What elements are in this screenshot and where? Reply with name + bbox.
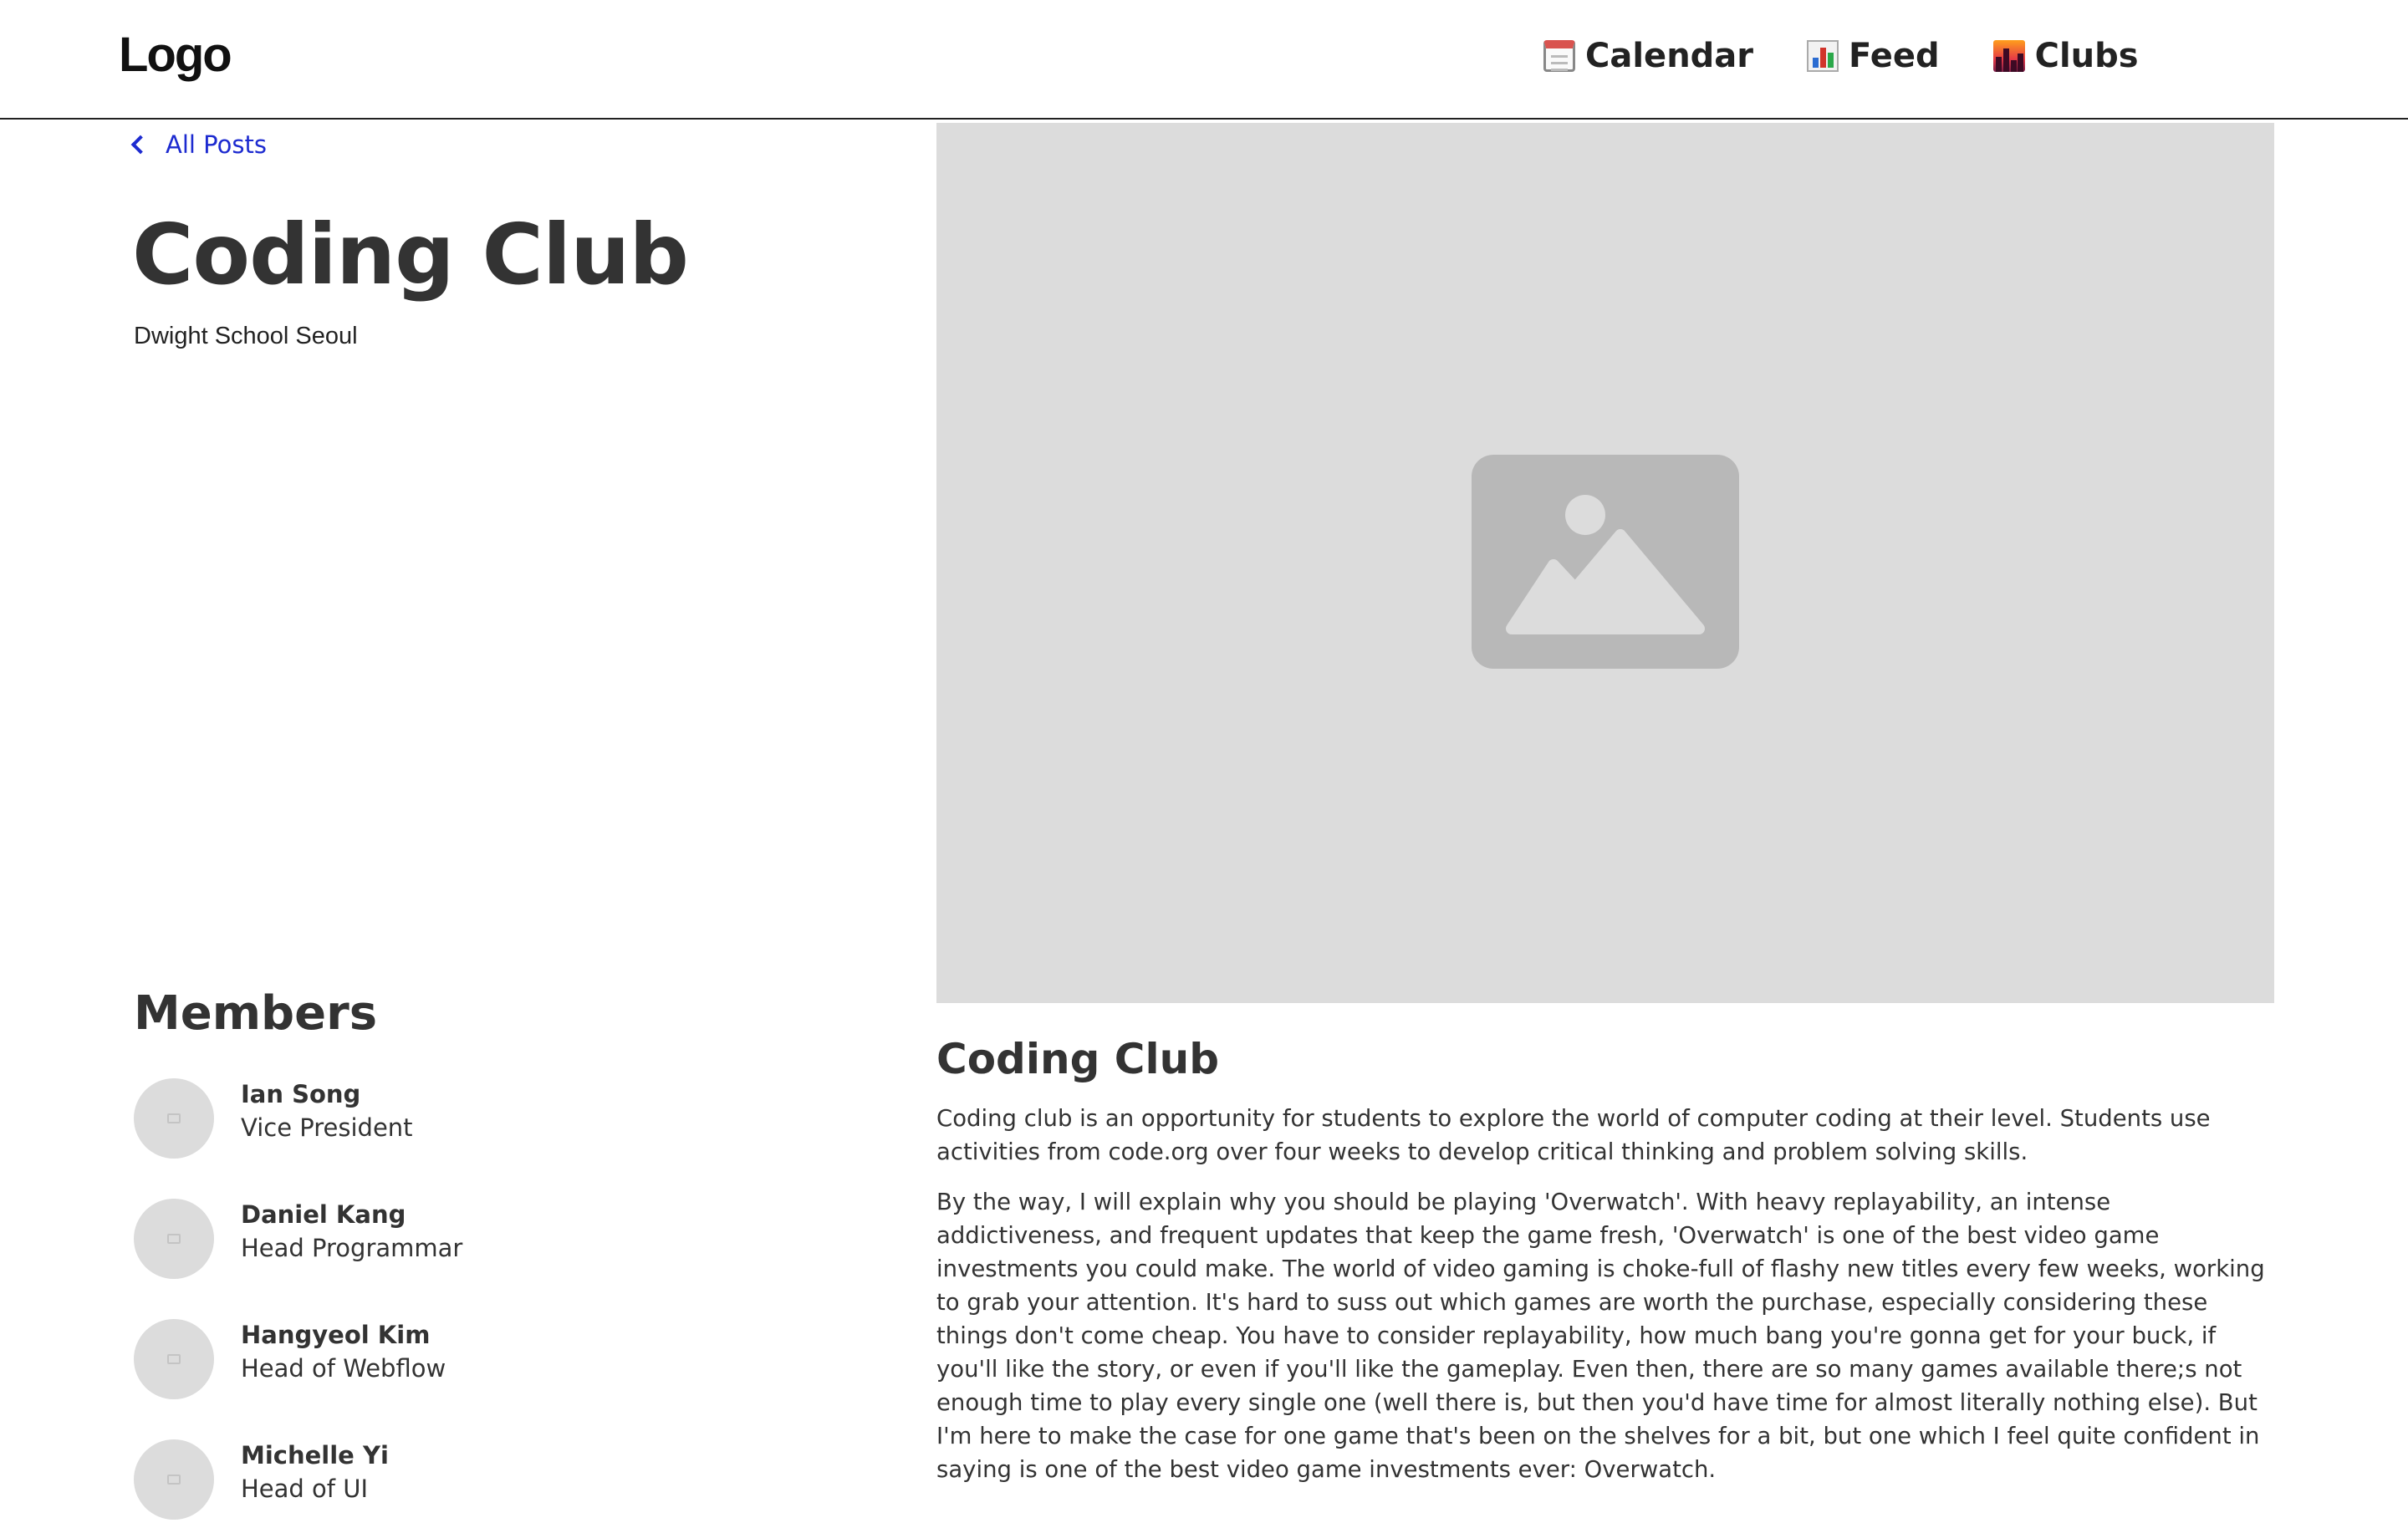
member-role: Head of UI [241, 1475, 368, 1503]
member-name: Daniel Kang [241, 1200, 406, 1229]
hero-image [936, 123, 2274, 1003]
top-nav: Logo Calendar Feed Clubs [0, 0, 2408, 120]
page-title: Coding Club [132, 206, 689, 303]
member-name: Hangyeol Kim [241, 1321, 431, 1349]
member-name: Ian Song [241, 1080, 361, 1108]
post-body: Coding club is an opportunity for studen… [936, 1102, 2274, 1503]
avatar [134, 1078, 214, 1159]
nav-feed[interactable]: Feed [1807, 37, 1940, 75]
member-item[interactable]: Ian Song Vice President [134, 1078, 719, 1162]
nav-calendar[interactable]: Calendar [1543, 37, 1753, 75]
nav-clubs-label: Clubs [2034, 37, 2139, 75]
post-paragraph: Coding club is an opportunity for studen… [936, 1105, 2211, 1165]
member-name: Michelle Yi [241, 1441, 389, 1470]
members-heading: Members [134, 986, 378, 1041]
member-item[interactable]: Daniel Kang Head Programmar [134, 1199, 719, 1282]
avatar [134, 1319, 214, 1399]
chevron-left-icon [130, 135, 150, 155]
post-paragraph: By the way, I will explain why you shoul… [936, 1189, 2265, 1483]
logo[interactable]: Logo [119, 27, 232, 83]
nav-calendar-label: Calendar [1585, 37, 1754, 75]
member-item[interactable]: Michelle Yi Head of UI [134, 1439, 719, 1523]
cityscape-icon [1992, 40, 2025, 72]
nav-links: Calendar Feed Clubs [1543, 37, 2139, 75]
nav-clubs[interactable]: Clubs [1992, 37, 2139, 75]
nav-feed-label: Feed [1849, 37, 1940, 75]
bar-chart-icon [1807, 40, 1839, 72]
post-heading: Coding Club [936, 1035, 1219, 1083]
calendar-icon [1543, 40, 1575, 72]
avatar [134, 1199, 214, 1279]
school-name: Dwight School Seoul [134, 323, 358, 349]
member-item[interactable]: Hangyeol Kim Head of Webflow [134, 1319, 719, 1403]
member-role: Vice President [241, 1113, 413, 1142]
member-role: Head of Webflow [241, 1354, 446, 1383]
all-posts-label: All Posts [166, 130, 267, 159]
all-posts-link[interactable]: All Posts [130, 130, 267, 159]
avatar [134, 1439, 214, 1520]
image-placeholder-icon [1472, 455, 1739, 669]
member-role: Head Programmar [241, 1234, 463, 1262]
